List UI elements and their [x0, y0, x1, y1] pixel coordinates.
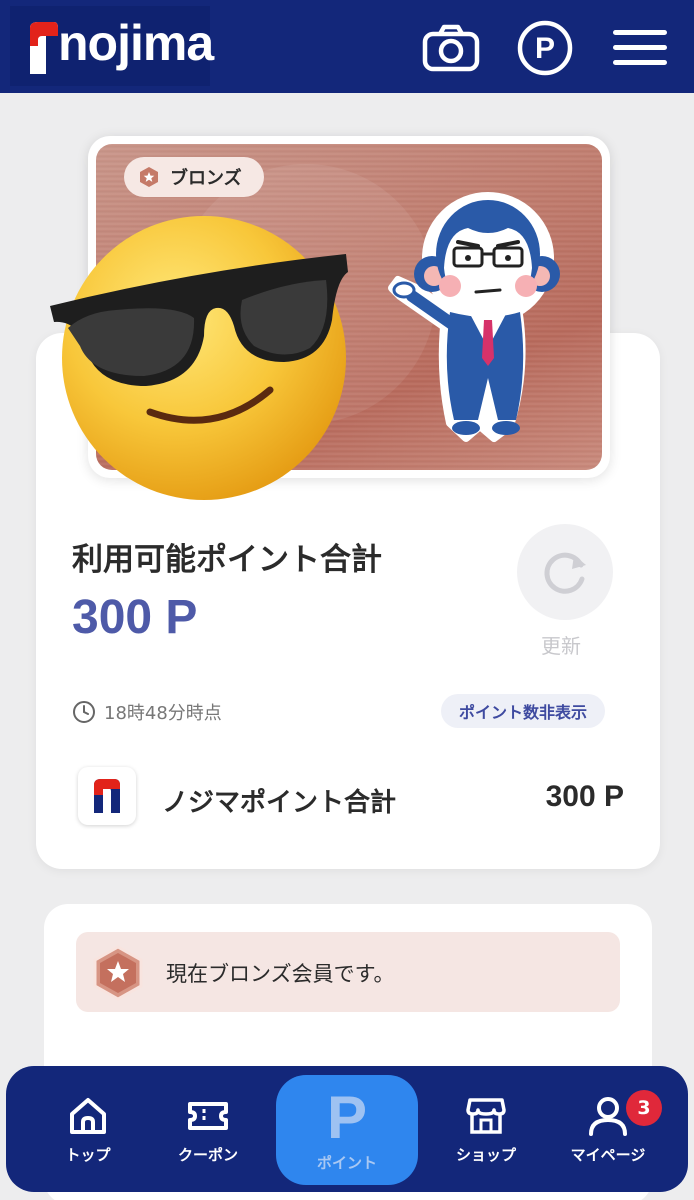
shop-icon [466, 1098, 506, 1134]
timestamp-text: 18時48分時点 [104, 703, 222, 724]
app-header: nojima P [0, 0, 694, 93]
refresh-label: 更新 [541, 634, 581, 658]
user-icon [589, 1097, 627, 1136]
hide-points-button[interactable]: ポイント数非表示 [441, 694, 606, 728]
refresh-button[interactable] [517, 524, 613, 620]
membership-status-text: 現在ブロンズ会員です。 [166, 962, 395, 986]
refresh-icon [544, 552, 586, 594]
timestamp-row: 18時48分時点 [72, 699, 222, 725]
camera-button[interactable] [421, 18, 481, 78]
point-circle-icon: P [517, 20, 573, 76]
point-icon: P [326, 1083, 368, 1151]
nav-shop[interactable]: ショップ [431, 1094, 541, 1184]
sunglasses-emoji-icon [50, 216, 348, 500]
logo-mark-icon [30, 22, 58, 74]
hamburger-icon [613, 30, 667, 65]
nav-shop-label: ショップ [455, 1146, 516, 1164]
nojima-logo[interactable]: nojima [10, 6, 214, 86]
nojima-app-icon [78, 767, 136, 825]
rank-badge: ブロンズ [124, 157, 264, 197]
menu-button[interactable] [610, 18, 670, 78]
nav-mypage-label: マイページ [570, 1146, 646, 1164]
nav-top-label: トップ [65, 1146, 111, 1164]
nav-top[interactable]: トップ [33, 1094, 143, 1184]
bronze-rank-icon [93, 945, 143, 1001]
bronze-star-icon [140, 167, 158, 187]
ticket-icon [188, 1102, 228, 1130]
rank-label: ブロンズ [170, 168, 242, 189]
home-icon [70, 1098, 106, 1134]
notification-badge: 3 [626, 1090, 662, 1126]
camera-icon [422, 24, 480, 72]
nojima-points-value: 300 P [545, 780, 624, 813]
available-points-value: 300 P [72, 591, 198, 644]
available-points-label: 利用可能ポイント合計 [72, 542, 382, 578]
monkey-mascot-icon [388, 192, 560, 442]
svg-text:P: P [535, 32, 555, 65]
nojima-n-icon [94, 779, 120, 813]
nav-coupon-label: クーポン [177, 1146, 238, 1164]
nav-point[interactable]: P ポイント [276, 1075, 418, 1185]
point-button[interactable]: P [515, 18, 575, 78]
nav-point-label: ポイント [316, 1153, 377, 1172]
logo-text: nojima [58, 15, 214, 71]
nav-coupon[interactable]: クーポン [153, 1094, 263, 1184]
nojima-points-label: ノジマポイント合計 [162, 788, 397, 818]
clock-icon [73, 701, 95, 723]
